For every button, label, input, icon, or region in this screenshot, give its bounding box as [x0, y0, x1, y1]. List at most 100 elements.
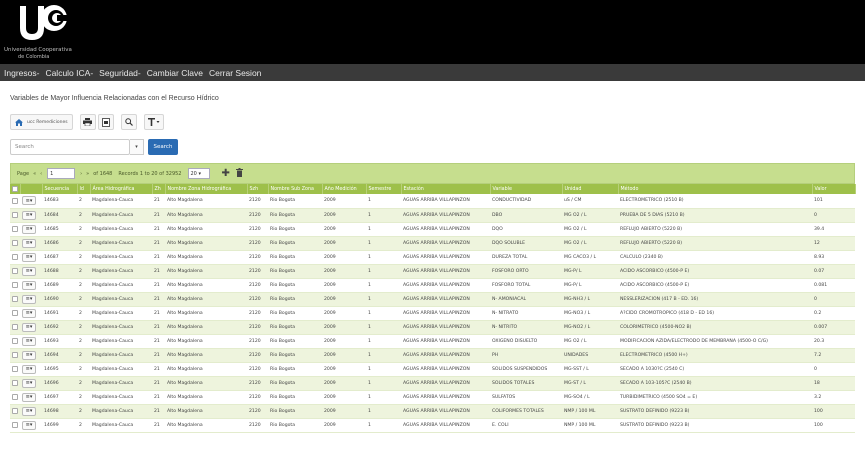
- row-select-cell[interactable]: [10, 348, 20, 363]
- print-button[interactable]: [79, 114, 96, 130]
- row-actions-cell[interactable]: ≡▾: [20, 418, 42, 433]
- page-number-input[interactable]: 1: [47, 168, 76, 179]
- column-header[interactable]: Secuencia: [42, 184, 78, 194]
- row-checkbox[interactable]: [12, 422, 18, 428]
- row-checkbox[interactable]: [12, 324, 18, 330]
- row-menu-icon[interactable]: ≡▾: [22, 308, 36, 318]
- column-header[interactable]: Valor: [812, 184, 856, 194]
- search-options-dropdown[interactable]: ▾: [130, 139, 144, 155]
- row-checkbox[interactable]: [12, 380, 18, 386]
- row-checkbox[interactable]: [12, 268, 18, 274]
- row-select-cell[interactable]: [10, 208, 20, 223]
- row-select-cell[interactable]: [10, 362, 20, 377]
- table-row[interactable]: ≡▾ 14693 2 Magdalena-Cauca 21 Alto Magdalena 2…: [10, 334, 855, 349]
- row-checkbox[interactable]: [12, 352, 18, 358]
- row-actions-cell[interactable]: ≡▾: [20, 362, 42, 377]
- row-select-cell[interactable]: [10, 236, 20, 251]
- row-select-cell[interactable]: [10, 222, 20, 237]
- row-menu-icon[interactable]: ≡▾: [22, 238, 36, 248]
- row-menu-icon[interactable]: ≡▾: [22, 350, 36, 360]
- row-select-cell[interactable]: [10, 306, 20, 321]
- column-header[interactable]: Área Hidrográfica: [90, 184, 153, 194]
- column-header[interactable]: Variable: [490, 184, 563, 194]
- column-header[interactable]: Semestre: [366, 184, 402, 194]
- row-checkbox[interactable]: [12, 394, 18, 400]
- row-actions-cell[interactable]: ≡▾: [20, 404, 42, 419]
- row-select-cell[interactable]: [10, 334, 20, 349]
- row-select-cell[interactable]: [10, 390, 20, 405]
- column-header[interactable]: Estación: [401, 184, 491, 194]
- search-toggle-button[interactable]: [120, 114, 137, 130]
- row-menu-icon[interactable]: ≡▾: [22, 266, 36, 276]
- row-checkbox[interactable]: [12, 240, 18, 246]
- row-actions-cell[interactable]: ≡▾: [20, 348, 42, 363]
- table-row[interactable]: ≡▾ 14687 2 Magdalena-Cauca 21 Alto Magdalena 2…: [10, 250, 855, 265]
- row-actions-cell[interactable]: ≡▾: [20, 222, 42, 237]
- column-header[interactable]: Zh: [152, 184, 166, 194]
- row-menu-icon[interactable]: ≡▾: [22, 280, 36, 290]
- row-menu-icon[interactable]: ≡▾: [22, 252, 36, 262]
- row-checkbox[interactable]: [12, 282, 18, 288]
- delete-record-icon[interactable]: [235, 167, 243, 180]
- row-actions-cell[interactable]: ≡▾: [20, 390, 42, 405]
- first-page-icon[interactable]: «: [33, 171, 36, 177]
- row-checkbox[interactable]: [12, 197, 18, 204]
- row-checkbox[interactable]: [12, 310, 18, 316]
- row-actions-cell[interactable]: ≡▾: [20, 278, 42, 293]
- row-select-cell[interactable]: [10, 194, 20, 209]
- table-row[interactable]: ≡▾ 14686 2 Magdalena-Cauca 21 Alto Magdalena 2…: [10, 236, 855, 251]
- select-all-checkbox[interactable]: [12, 186, 18, 192]
- row-actions-cell[interactable]: ≡▾: [20, 208, 42, 223]
- home-button[interactable]: ucc Remediciones: [10, 114, 73, 130]
- table-row[interactable]: ≡▾ 14698 2 Magdalena-Cauca 21 Alto Magdalena 2…: [10, 404, 855, 419]
- add-record-icon[interactable]: ✚: [222, 168, 230, 179]
- row-actions-cell[interactable]: ≡▾: [20, 236, 42, 251]
- column-header[interactable]: Nombre Sub Zona: [268, 184, 323, 194]
- page-size-select[interactable]: 20 ▾: [187, 168, 210, 179]
- row-menu-icon[interactable]: ≡▾: [22, 322, 36, 332]
- row-select-cell[interactable]: [10, 264, 20, 279]
- row-select-cell[interactable]: [10, 278, 20, 293]
- row-select-cell[interactable]: [10, 320, 20, 335]
- row-select-cell[interactable]: [10, 418, 20, 433]
- row-checkbox[interactable]: [12, 338, 18, 344]
- row-select-cell[interactable]: [10, 250, 20, 265]
- row-actions-cell[interactable]: ≡▾: [20, 264, 42, 279]
- row-actions-cell[interactable]: ≡▾: [20, 320, 42, 335]
- table-row[interactable]: ≡▾ 14699 2 Magdalena-Cauca 21 Alto Magdalena 2…: [10, 418, 855, 433]
- row-actions-cell[interactable]: ≡▾: [20, 250, 42, 265]
- row-checkbox[interactable]: [12, 366, 18, 372]
- table-row[interactable]: ≡▾ 14695 2 Magdalena-Cauca 21 Alto Magdalena 2…: [10, 362, 855, 377]
- nav-cambiar-clave[interactable]: Cambiar Clave: [147, 68, 203, 78]
- row-menu-icon[interactable]: ≡▾: [22, 294, 36, 304]
- select-all-header[interactable]: [10, 184, 21, 194]
- row-actions-cell[interactable]: ≡▾: [20, 376, 42, 391]
- nav-calculo-ica[interactable]: Calculo ICA-: [45, 68, 93, 78]
- column-header[interactable]: Id: [77, 184, 91, 194]
- table-row[interactable]: ≡▾ 14684 2 Magdalena-Cauca 21 Alto Magdalena 2…: [10, 208, 855, 223]
- row-menu-icon[interactable]: ≡▾: [22, 210, 36, 220]
- row-actions-cell[interactable]: ≡▾: [20, 292, 42, 307]
- next-page-icon[interactable]: ›: [80, 171, 82, 177]
- last-page-icon[interactable]: »: [86, 171, 89, 177]
- table-row[interactable]: ≡▾ 14690 2 Magdalena-Cauca 21 Alto Magdalena 2…: [10, 292, 855, 307]
- row-menu-icon[interactable]: ≡▾: [22, 364, 36, 374]
- search-button[interactable]: Search: [148, 139, 178, 155]
- export-button[interactable]: [97, 114, 114, 130]
- table-row[interactable]: ≡▾ 14697 2 Magdalena-Cauca 21 Alto Magdalena 2…: [10, 390, 855, 405]
- nav-seguridad[interactable]: Seguridad-: [99, 68, 141, 78]
- column-header[interactable]: Método: [618, 184, 813, 194]
- row-checkbox[interactable]: [12, 254, 18, 260]
- column-settings-button[interactable]: [143, 114, 164, 130]
- column-header[interactable]: Año Medición: [322, 184, 367, 194]
- table-row[interactable]: ≡▾ 14685 2 Magdalena-Cauca 21 Alto Magdalena 2…: [10, 222, 855, 237]
- row-checkbox[interactable]: [12, 212, 18, 218]
- row-menu-icon[interactable]: ≡▾: [22, 406, 36, 416]
- table-row[interactable]: ≡▾ 14692 2 Magdalena-Cauca 21 Alto Magdalena 2…: [10, 320, 855, 335]
- row-menu-icon[interactable]: ≡▾: [22, 224, 36, 234]
- table-row[interactable]: ≡▾ 14689 2 Magdalena-Cauca 21 Alto Magdalena 2…: [10, 278, 855, 293]
- row-select-cell[interactable]: [10, 292, 20, 307]
- row-menu-icon[interactable]: ≡▾: [22, 420, 36, 430]
- row-select-cell[interactable]: [10, 404, 20, 419]
- row-actions-cell[interactable]: ≡▾: [20, 194, 42, 209]
